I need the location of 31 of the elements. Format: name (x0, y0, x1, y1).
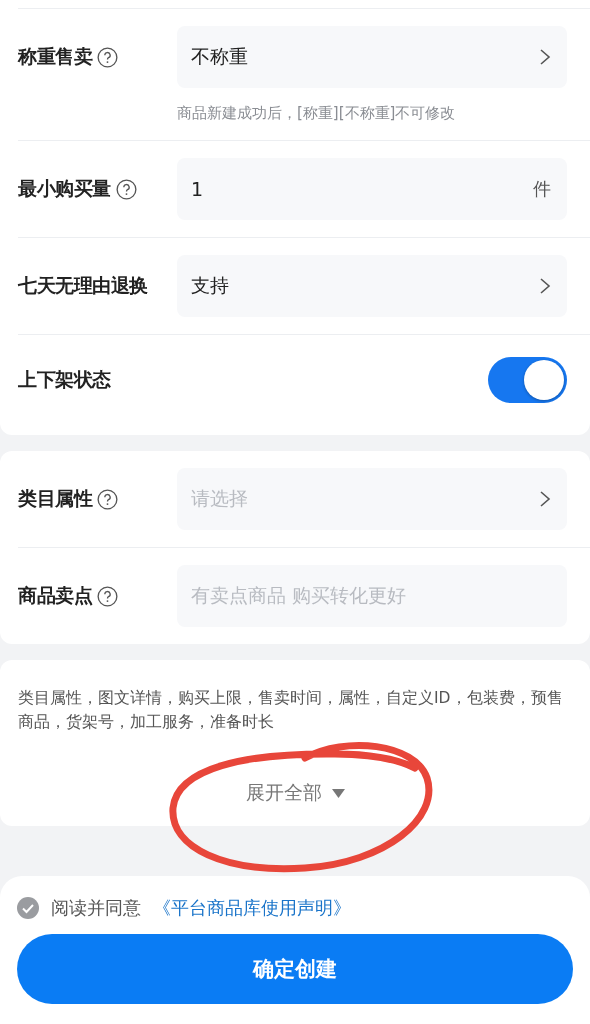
select-field[interactable]: 不称重 (177, 26, 567, 88)
agree-text: 阅读并同意 (51, 896, 141, 920)
unit-label: 件 (533, 177, 551, 201)
create-button[interactable]: 确定创建 (17, 934, 573, 1004)
toggle-switch[interactable] (488, 357, 567, 403)
input-field[interactable]: 1 件 (177, 158, 567, 220)
chevron-right-icon (539, 277, 551, 295)
field-label: 七天无理由退换 (18, 273, 148, 298)
expand-all-button[interactable]: 展开全部 (245, 780, 345, 806)
select-field[interactable]: 支持 (177, 255, 567, 317)
chevron-right-icon (539, 48, 551, 66)
field-label: 上下架状态 (18, 367, 111, 392)
field-label: 类目属性 (18, 486, 92, 511)
field-value: 1 (191, 178, 204, 200)
field-label: 商品卖点 (18, 583, 92, 608)
agree-checkbox[interactable] (17, 897, 39, 919)
terms-link[interactable]: 《平台商品库使用声明》 (153, 896, 351, 920)
help-icon[interactable] (97, 585, 118, 607)
help-icon[interactable] (97, 488, 118, 510)
field-label: 称重售卖 (18, 44, 92, 69)
field-placeholder: 有卖点商品 购买转化更好 (191, 583, 407, 608)
summary-text: 类目属性，图文详情，购买上限，售卖时间，属性，自定义ID，包装费，预售商品，货架号，加工服务，准备时长 (18, 688, 564, 733)
hint-text: 商品新建成功后，[称重][不称重]不可修改 (177, 104, 457, 123)
field-placeholder: 请选择 (191, 486, 248, 511)
field-value: 支持 (191, 273, 229, 298)
chevron-right-icon (539, 490, 551, 508)
help-icon[interactable] (115, 178, 137, 200)
field-value: 不称重 (191, 44, 248, 69)
caret-down-icon (331, 788, 345, 798)
field-label: 最小购买量 (18, 176, 111, 201)
help-icon[interactable] (97, 46, 118, 68)
